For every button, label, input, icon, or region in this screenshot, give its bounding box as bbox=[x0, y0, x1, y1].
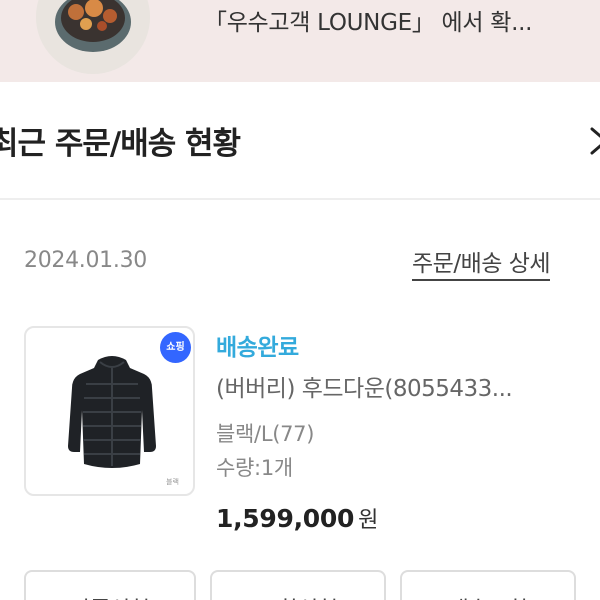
exchange-request-button[interactable]: 교환신청 bbox=[210, 570, 386, 600]
product-option: 블랙/L(77) bbox=[216, 422, 315, 446]
product-price: 1,599,000 원 bbox=[216, 502, 378, 534]
track-delivery-button[interactable]: 배송조회 bbox=[400, 570, 576, 600]
order-detail-link[interactable]: 주문/배송 상세 bbox=[412, 244, 551, 281]
jacket-image bbox=[68, 356, 156, 468]
price-unit: 원 bbox=[358, 508, 379, 533]
product-name[interactable]: (버버리) 후드다운(8055433... bbox=[216, 369, 586, 403]
section-title: 최근 주문/배송 현황 bbox=[0, 126, 241, 162]
shopping-badge-icon: 쇼핑 bbox=[160, 332, 191, 363]
chevron-right-icon[interactable] bbox=[584, 126, 600, 156]
product-thumbnail[interactable]: 쇼핑 블랙 bbox=[24, 326, 195, 496]
return-request-button[interactable]: 반품신청 bbox=[24, 570, 196, 600]
order-date: 2024.01.30 bbox=[24, 248, 147, 273]
divider bbox=[0, 198, 600, 200]
lounge-banner[interactable]: 「우수고객 LOUNGE」 에서 확... bbox=[0, 0, 600, 82]
lounge-banner-text: 「우수고객 LOUNGE」 에서 확... bbox=[204, 10, 533, 36]
food-avatar-image bbox=[36, 0, 150, 74]
delivery-status: 배송완료 bbox=[216, 335, 299, 361]
section-spacer bbox=[0, 82, 600, 96]
thumb-color-tag: 블랙 bbox=[166, 478, 179, 486]
price-value: 1,599,000 bbox=[216, 504, 355, 533]
product-quantity: 수량:1개 bbox=[216, 456, 293, 480]
